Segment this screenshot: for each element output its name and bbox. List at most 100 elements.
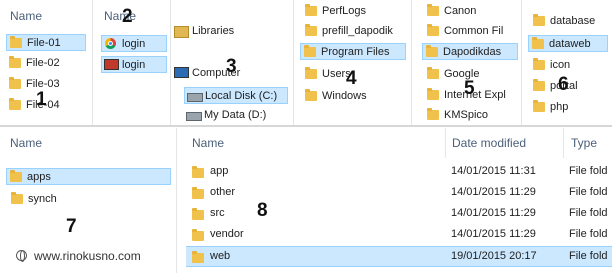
item-label: KMSpico bbox=[444, 109, 489, 121]
nav-item-libraries[interactable]: Libraries bbox=[172, 23, 282, 40]
folder-icon bbox=[533, 58, 545, 70]
folder-icon bbox=[9, 77, 21, 89]
column-header-name[interactable]: Name bbox=[192, 128, 224, 158]
list-item-login-chrome[interactable]: login bbox=[101, 35, 167, 52]
folder-icon bbox=[533, 14, 545, 26]
item-label: Dapodikdas bbox=[443, 46, 502, 58]
list-item-database[interactable]: database bbox=[530, 13, 608, 30]
table-row[interactable]: other 14/01/2015 11:29 File fold bbox=[186, 183, 612, 204]
nav-item-apps[interactable]: apps bbox=[6, 168, 171, 185]
globe-icon bbox=[16, 250, 27, 262]
item-label: apps bbox=[27, 171, 51, 183]
column-header-date-modified[interactable]: Date modified bbox=[452, 128, 526, 158]
list-item-icon[interactable]: icon bbox=[530, 57, 608, 74]
row-date: 14/01/2015 11:31 bbox=[451, 165, 536, 177]
list-item-canon[interactable]: Canon bbox=[424, 3, 521, 20]
item-label: icon bbox=[550, 59, 571, 71]
item-label: Windows bbox=[322, 90, 367, 102]
libraries-icon bbox=[174, 26, 189, 38]
table-row[interactable]: vendor 14/01/2015 11:29 File fold bbox=[186, 225, 612, 246]
item-label: My Data (D:) bbox=[204, 109, 267, 121]
item-label: PerfLogs bbox=[322, 5, 367, 17]
marker-5: 5 bbox=[464, 78, 475, 99]
panel1-name-header[interactable]: Name bbox=[10, 9, 42, 23]
marker-7: 7 bbox=[66, 216, 77, 237]
column-divider bbox=[170, 0, 171, 125]
folder-icon bbox=[192, 208, 204, 220]
nav-item-synch[interactable]: synch bbox=[8, 191, 168, 208]
folder-icon bbox=[305, 89, 317, 101]
folder-icon bbox=[533, 79, 545, 91]
item-label: login bbox=[122, 59, 146, 71]
item-label: File-01 bbox=[27, 37, 61, 49]
list-item-dapodikdas[interactable]: Dapodikdas bbox=[422, 43, 518, 60]
item-label: dataweb bbox=[549, 38, 591, 50]
column-divider bbox=[92, 0, 93, 125]
row-name: web bbox=[210, 250, 231, 262]
folder-icon bbox=[11, 192, 23, 204]
folder-icon bbox=[427, 108, 439, 120]
marker-1: 1 bbox=[36, 89, 47, 110]
row-type: File fold bbox=[569, 250, 608, 262]
item-label: Local Disk (C:) bbox=[205, 90, 278, 102]
marker-3: 3 bbox=[226, 56, 237, 77]
nav-item-my-data-d[interactable]: My Data (D:) bbox=[184, 107, 288, 124]
folder-icon bbox=[9, 56, 21, 68]
list-item-windows[interactable]: Windows bbox=[302, 88, 407, 105]
folder-icon bbox=[533, 100, 545, 112]
folder-icon bbox=[427, 88, 439, 100]
table-row[interactable]: src 14/01/2015 11:29 File fold bbox=[186, 204, 612, 225]
row-name: vendor bbox=[210, 228, 244, 240]
list-item-prefill-dapodik[interactable]: prefill_dapodik bbox=[302, 23, 407, 40]
folder-icon bbox=[192, 251, 204, 263]
folder-icon bbox=[426, 45, 438, 57]
list-item-file-02[interactable]: File-02 bbox=[6, 55, 86, 72]
list-item-perflogs[interactable]: PerfLogs bbox=[302, 3, 407, 20]
list-item-program-files[interactable]: Program Files bbox=[300, 43, 406, 60]
folder-icon bbox=[427, 4, 439, 16]
nav-name-header[interactable]: Name bbox=[10, 128, 42, 158]
item-label: Canon bbox=[444, 5, 477, 17]
watermark-text: www.rinokusno.com bbox=[34, 249, 141, 263]
table-row-selected[interactable]: web 19/01/2015 20:17 File fold bbox=[186, 246, 612, 267]
item-label: php bbox=[550, 101, 569, 113]
pane-divider bbox=[176, 128, 177, 273]
marker-8: 8 bbox=[257, 200, 268, 221]
column-divider[interactable] bbox=[445, 128, 446, 158]
top-panels: Name File-01 File-02 File-03 File-04 1 N… bbox=[0, 0, 612, 125]
list-item-common-files[interactable]: Common Fil bbox=[424, 23, 521, 40]
list-item-php[interactable]: php bbox=[530, 99, 608, 116]
table-row[interactable]: app 14/01/2015 11:31 File fold bbox=[186, 162, 612, 183]
item-label: prefill_dapodik bbox=[322, 25, 393, 37]
row-type: File fold bbox=[569, 165, 608, 177]
chrome-icon bbox=[105, 38, 116, 49]
folder-icon bbox=[10, 36, 22, 48]
item-label: synch bbox=[28, 193, 57, 205]
row-type: File fold bbox=[569, 186, 608, 198]
list-item-kmspico[interactable]: KMSpico bbox=[424, 107, 521, 124]
nav-item-local-disk-c[interactable]: Local Disk (C:) bbox=[184, 87, 288, 104]
list-item-file-01[interactable]: File-01 bbox=[6, 34, 86, 51]
row-name: app bbox=[210, 165, 229, 177]
folder-icon bbox=[304, 45, 316, 57]
row-date: 14/01/2015 11:29 bbox=[451, 186, 536, 198]
list-item-portal[interactable]: portal bbox=[530, 78, 608, 95]
item-label: Program Files bbox=[321, 46, 390, 58]
drive-icon bbox=[187, 93, 203, 102]
column-header-type[interactable]: Type bbox=[571, 128, 597, 158]
marker-4: 4 bbox=[346, 68, 357, 89]
list-item-dataweb[interactable]: dataweb bbox=[528, 35, 608, 52]
marker-6: 6 bbox=[558, 74, 569, 95]
folder-icon bbox=[192, 187, 204, 199]
item-label: Libraries bbox=[192, 25, 235, 37]
column-divider[interactable] bbox=[563, 128, 564, 158]
column-divider bbox=[293, 0, 294, 125]
folder-icon bbox=[192, 229, 204, 241]
list-item-login-shortcut[interactable]: login bbox=[101, 56, 167, 73]
item-label: database bbox=[550, 15, 596, 27]
row-date: 19/01/2015 20:17 bbox=[451, 250, 537, 262]
folder-icon bbox=[427, 67, 439, 79]
drive-icon bbox=[186, 112, 202, 121]
folder-icon bbox=[305, 4, 317, 16]
folder-icon bbox=[192, 166, 204, 178]
